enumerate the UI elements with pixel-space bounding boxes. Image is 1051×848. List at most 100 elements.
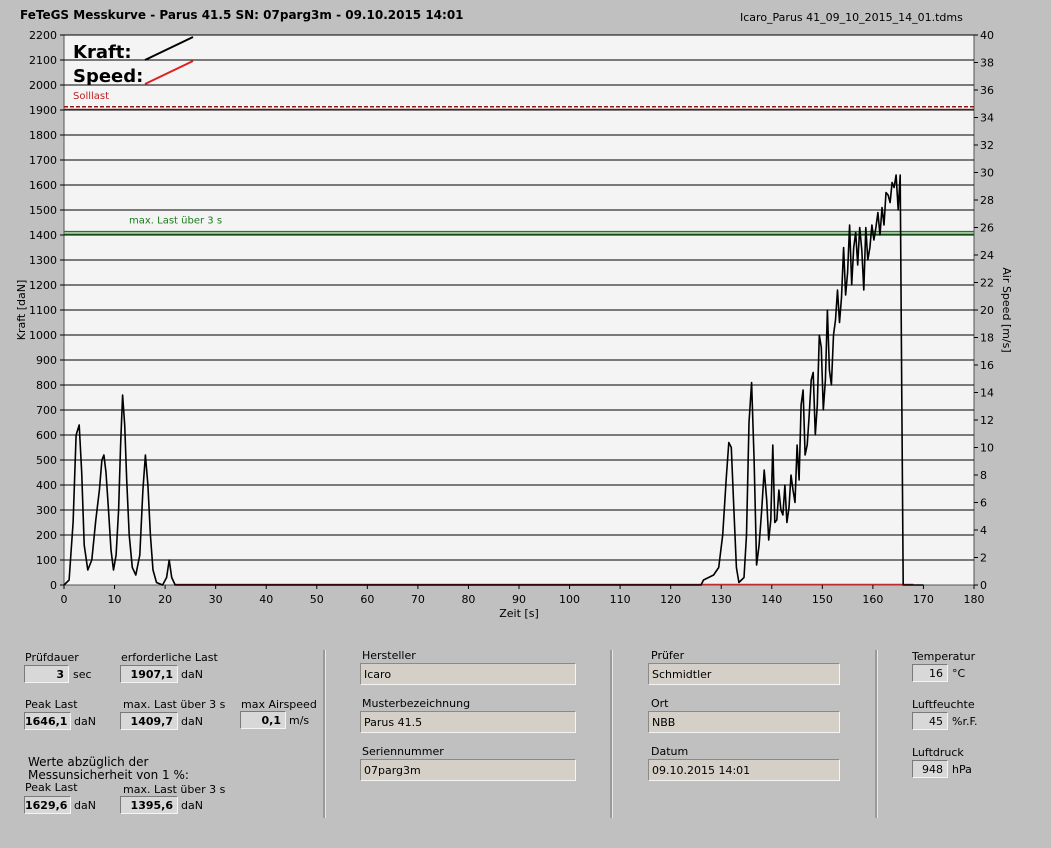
x-tick-label: 100 — [559, 593, 580, 606]
y2-tick-label: 22 — [980, 277, 994, 290]
y-tick-label: 300 — [36, 504, 57, 517]
luftdruck-unit: hPa — [952, 763, 972, 776]
luftfeuchte-label: Luftfeuchte — [912, 698, 975, 711]
window-title: FeTeGS Messkurve - Parus 41.5 SN: 07parg… — [20, 8, 464, 22]
max-airspeed-unit: m/s — [289, 714, 310, 727]
max-last-value: 1409,7 — [120, 712, 178, 730]
y2-tick-label: 8 — [980, 469, 987, 482]
reference-line-label: max. Last über 3 s — [129, 216, 222, 227]
x-tick-label: 70 — [411, 593, 425, 606]
y2-tick-label: 34 — [980, 112, 994, 125]
y-tick-label: 1500 — [29, 204, 57, 217]
y-tick-label: 600 — [36, 429, 57, 442]
y2-tick-label: 4 — [980, 524, 987, 537]
y-tick-label: 0 — [50, 579, 57, 592]
max-last-label: max. Last über 3 s — [123, 698, 226, 711]
y-tick-label: 1900 — [29, 104, 57, 117]
y2-tick-label: 26 — [980, 222, 994, 235]
panel-divider — [610, 650, 613, 818]
y-tick-label: 1700 — [29, 154, 57, 167]
y-tick-label: 1200 — [29, 279, 57, 292]
max-last-corr-unit: daN — [181, 799, 203, 812]
y-tick-label: 1000 — [29, 329, 57, 342]
y-tick-label: 500 — [36, 454, 57, 467]
pruefer-field[interactable]: Schmidtler — [648, 663, 840, 685]
luftdruck-value: 948 — [912, 760, 948, 778]
x-tick-label: 130 — [711, 593, 732, 606]
erf-last-unit: daN — [181, 668, 203, 681]
y2-tick-label: 38 — [980, 57, 994, 70]
werte-note: Werte abzüglich der — [28, 755, 149, 769]
x-tick-label: 60 — [360, 593, 374, 606]
serien-field[interactable]: 07parg3m — [360, 759, 576, 781]
x-tick-label: 0 — [61, 593, 68, 606]
x-tick-label: 50 — [310, 593, 324, 606]
x-tick-label: 20 — [158, 593, 172, 606]
peak-last-corr-value: 1629,6 — [24, 796, 71, 814]
y2-tick-label: 24 — [980, 249, 994, 262]
datum-label: Datum — [651, 745, 689, 758]
y-tick-label: 2200 — [29, 29, 57, 42]
x-tick-label: 180 — [964, 593, 985, 606]
temperatur-value: 16 — [912, 664, 948, 682]
luftdruck-label: Luftdruck — [912, 746, 964, 759]
ort-label: Ort — [651, 697, 669, 710]
luftfeuchte-unit: %r.F. — [952, 715, 978, 728]
serien-label: Seriennummer — [362, 745, 444, 758]
file-name: Icaro_Parus 41_09_10_2015_14_01.tdms — [740, 11, 963, 24]
y-tick-label: 1400 — [29, 229, 57, 242]
temperatur-label: Temperatur — [912, 650, 976, 663]
legend-label-kraft: Kraft: — [73, 42, 132, 63]
x-tick-label: 150 — [812, 593, 833, 606]
force-chart: 0100200300400500600700800900100011001200… — [15, 29, 1013, 620]
y-tick-label: 700 — [36, 404, 57, 417]
x-tick-label: 40 — [259, 593, 273, 606]
panel-divider — [875, 650, 878, 818]
erf-last-label: erforderliche Last — [121, 651, 218, 664]
y2-tick-label: 32 — [980, 139, 994, 152]
y2-tick-label: 20 — [980, 304, 994, 317]
reference-line-label: Solllast — [73, 91, 109, 102]
y-tick-label: 1800 — [29, 129, 57, 142]
hersteller-label: Hersteller — [362, 649, 416, 662]
y2-tick-label: 36 — [980, 84, 994, 97]
y2-tick-label: 30 — [980, 167, 994, 180]
y2-tick-label: 16 — [980, 359, 994, 372]
y2-tick-label: 18 — [980, 332, 994, 345]
y-tick-label: 200 — [36, 529, 57, 542]
y-tick-label: 1300 — [29, 254, 57, 267]
ort-field[interactable]: NBB — [648, 711, 840, 733]
erf-last-value: 1907,1 — [120, 665, 178, 683]
y2-tick-label: 12 — [980, 414, 994, 427]
peak-last-unit: daN — [74, 715, 96, 728]
x-tick-label: 140 — [761, 593, 782, 606]
y-tick-label: 1600 — [29, 179, 57, 192]
y-axis-label: Kraft [daN] — [15, 280, 28, 341]
y2-tick-label: 2 — [980, 552, 987, 565]
y2-tick-label: 10 — [980, 442, 994, 455]
y-tick-label: 900 — [36, 354, 57, 367]
x-tick-label: 80 — [461, 593, 475, 606]
x-axis-label: Zeit [s] — [499, 607, 538, 620]
x-tick-label: 110 — [610, 593, 631, 606]
y2-tick-label: 28 — [980, 194, 994, 207]
pruefer-label: Prüfer — [651, 649, 685, 662]
datum-field[interactable]: 09.10.2015 14:01 — [648, 759, 840, 781]
y-tick-label: 2100 — [29, 54, 57, 67]
hersteller-field[interactable]: Icaro — [360, 663, 576, 685]
x-tick-label: 170 — [913, 593, 934, 606]
y-tick-label: 2000 — [29, 79, 57, 92]
muster-field[interactable]: Parus 41.5 — [360, 711, 576, 733]
muster-label: Musterbezeichnung — [362, 697, 471, 710]
y-tick-label: 100 — [36, 554, 57, 567]
temperatur-unit: °C — [952, 667, 966, 680]
y2-tick-label: 40 — [980, 29, 994, 42]
y-tick-label: 400 — [36, 479, 57, 492]
y2-tick-label: 14 — [980, 387, 994, 400]
peak-last-corr-label: Peak Last — [25, 781, 78, 794]
y2-axis-label: Air Speed [m/s] — [1000, 267, 1013, 352]
max-airspeed-value: 0,1 — [240, 711, 286, 729]
legend-label-speed: Speed: — [73, 66, 143, 87]
werte-note-2: Messunsicherheit von 1 %: — [28, 768, 189, 782]
peak-last-label: Peak Last — [25, 698, 78, 711]
